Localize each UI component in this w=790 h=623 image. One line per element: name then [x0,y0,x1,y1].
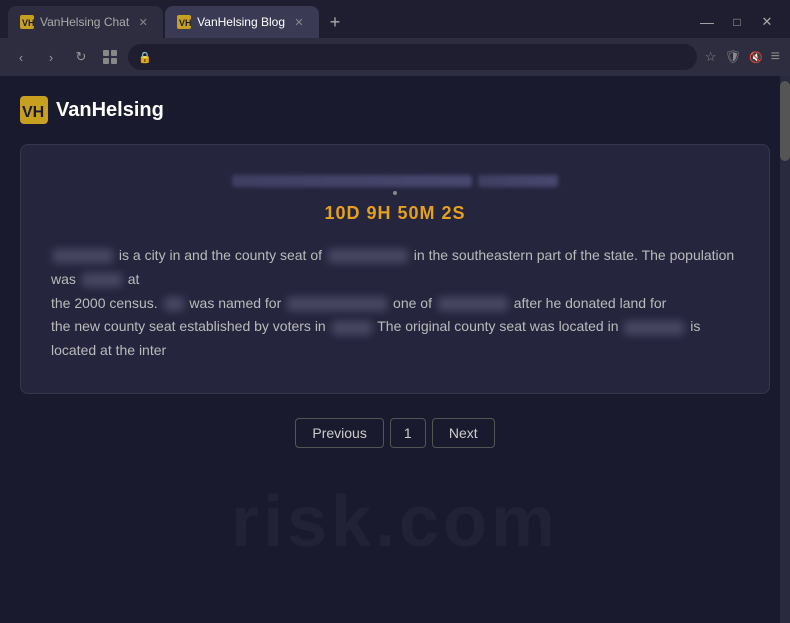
window-minimize[interactable]: — [696,11,718,33]
redacted-county [328,249,408,263]
address-bar[interactable]: 🔒 [128,44,697,70]
forward-button[interactable]: › [40,46,62,68]
redacted-city [53,249,113,263]
svg-text:VH: VH [22,18,34,28]
tab-blog-label: VanHelsing Blog [197,15,285,29]
redacted-year [332,321,372,335]
tab-chat-close[interactable]: ✕ [135,14,151,30]
redacted-name [287,297,387,311]
article-text-3: at [128,271,140,287]
article-text-7: after he donated land for [514,295,667,311]
window-maximize[interactable]: □ [726,11,748,33]
address-bar-row: ‹ › ↻ 🔒 ☆ 🛡 🔇 ≡ [0,38,790,76]
page-number: 1 [390,418,426,448]
tab-add-button[interactable]: + [321,8,349,36]
browser-chrome: VH VanHelsing Chat ✕ VH VanHelsing Blog … [0,0,790,76]
next-button[interactable]: Next [432,418,495,448]
menu-icon[interactable]: ≡ [771,48,780,66]
tab-blog-favicon: VH [177,15,191,29]
tab-bar: VH VanHelsing Chat ✕ VH VanHelsing Blog … [0,0,790,38]
bookmark-icon[interactable]: ☆ [705,49,717,65]
article-text-6: one of [393,295,436,311]
article-text-4: the 2000 census. [51,295,162,311]
svg-text:VH: VH [179,18,191,28]
refresh-button[interactable]: ↻ [70,46,92,68]
tab-blog[interactable]: VH VanHelsing Blog ✕ [165,6,319,38]
tab-chat[interactable]: VH VanHelsing Chat ✕ [8,6,163,38]
tab-chat-label: VanHelsing Chat [40,15,129,29]
logo-icon: VH [20,96,48,124]
previous-button[interactable]: Previous [295,418,383,448]
toolbar-icons: ☆ 🛡 🔇 ≡ [705,48,780,66]
redacted-title-1 [232,175,472,187]
article-text-1: is a city in and the county seat of [119,247,326,263]
scrollbar[interactable] [780,76,790,623]
redacted-it [164,297,184,311]
pagination: Previous 1 Next [20,418,770,448]
window-close[interactable]: ✕ [756,11,778,33]
redacted-location [624,321,684,335]
article-text-9: The original county seat was located in [377,318,622,334]
audio-icon[interactable]: 🔇 [749,51,763,64]
extensions-icon [102,49,118,65]
svg-text:VH: VH [22,104,44,121]
redacted-org [438,297,508,311]
lock-icon: 🔒 [138,51,152,64]
redacted-pop [82,273,122,287]
back-button[interactable]: ‹ [10,46,32,68]
blog-card: 10D 9H 50M 2S is a city in and the count… [20,144,770,394]
tab-blog-close[interactable]: ✕ [291,14,307,30]
article-text-8: the new county seat established by voter… [51,318,330,334]
redacted-title-2 [478,175,558,187]
shield-icon[interactable]: 🛡 [724,49,741,65]
countdown-timer: 10D 9H 50M 2S [51,203,739,224]
article-text-5: was named for [189,295,285,311]
page-content: VH VanHelsing 10D 9H 50M 2S [0,76,790,623]
article-body: is a city in and the county seat of in t… [51,244,739,363]
browser-window: VH VanHelsing Chat ✕ VH VanHelsing Blog … [0,0,790,623]
logo-row: VH VanHelsing [20,96,770,124]
tab-chat-favicon: VH [20,15,34,29]
logo-text: VanHelsing [56,99,164,122]
scrollbar-thumb[interactable] [780,81,790,161]
card-title [51,175,739,195]
watermark: risk.com [231,481,559,563]
